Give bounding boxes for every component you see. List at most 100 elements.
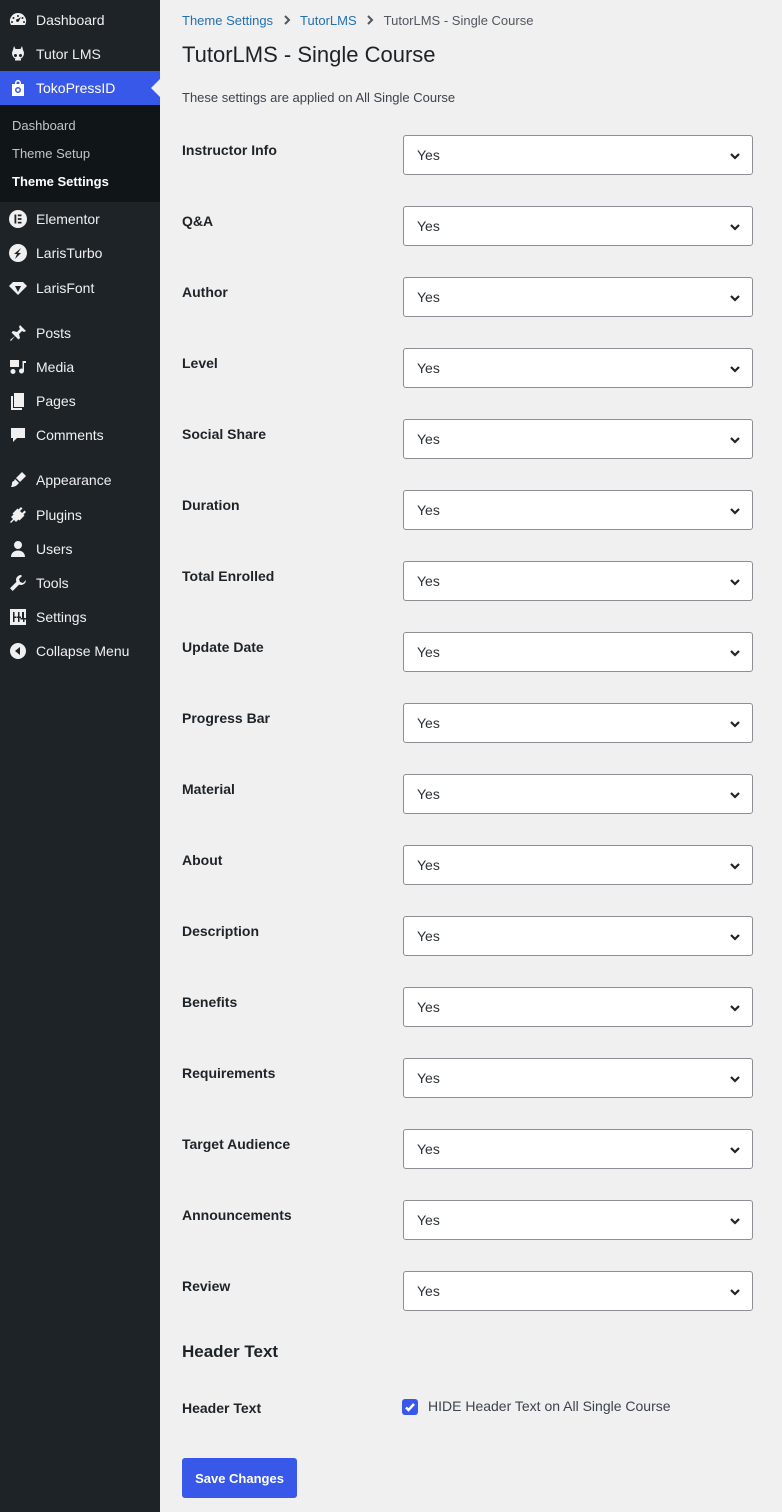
chevron-down-icon (728, 291, 742, 305)
elementor-icon (0, 209, 36, 229)
chevron-down-icon (728, 433, 742, 447)
select-value: Yes (417, 999, 440, 1015)
sidebar-item-label: LarisTurbo (36, 245, 103, 261)
sidebar-item-media[interactable]: Media (0, 350, 160, 384)
page-title: TutorLMS - Single Course (182, 42, 436, 67)
setting-label-total-enrolled: Total Enrolled (182, 568, 275, 584)
breadcrumb-link-tutorlms[interactable]: TutorLMS (300, 13, 357, 28)
select-value: Yes (417, 431, 440, 447)
chevron-down-icon (728, 717, 742, 731)
select-value: Yes (417, 715, 440, 731)
breadcrumb-link-theme-settings[interactable]: Theme Settings (182, 13, 273, 28)
wrench-icon (0, 573, 36, 593)
setting-select-announcements[interactable]: Yes (403, 1200, 753, 1240)
settings-icon (0, 607, 36, 627)
active-indicator (151, 79, 160, 97)
sidebar-item-tools[interactable]: Tools (0, 566, 160, 600)
setting-select-duration[interactable]: Yes (403, 490, 753, 530)
submenu-item-theme-settings[interactable]: Theme Settings (12, 174, 109, 189)
sidebar-item-larisfont[interactable]: LarisFont (0, 271, 160, 305)
setting-select-total-enrolled[interactable]: Yes (403, 561, 753, 601)
select-value: Yes (417, 502, 440, 518)
setting-select-benefits[interactable]: Yes (403, 987, 753, 1027)
setting-select-progress-bar[interactable]: Yes (403, 703, 753, 743)
chevron-right-icon (273, 13, 300, 28)
chevron-down-icon (728, 1001, 742, 1015)
setting-label-target-audience: Target Audience (182, 1136, 291, 1152)
main-content: Theme Settings TutorLMS TutorLMS - Singl… (160, 0, 782, 1512)
sidebar-item-label: Settings (36, 609, 87, 625)
submenu-item-theme-setup[interactable]: Theme Setup (12, 146, 90, 161)
chevron-down-icon (728, 504, 742, 518)
setting-select-requirements[interactable]: Yes (403, 1058, 753, 1098)
sidebar-item-elementor[interactable]: Elementor (0, 202, 160, 236)
sidebar-item-label: LarisFont (36, 280, 95, 296)
sidebar-item-label: Media (36, 359, 75, 375)
chevron-down-icon (728, 1285, 742, 1299)
plug-icon (0, 505, 36, 525)
user-icon (0, 539, 36, 559)
select-value: Yes (417, 644, 440, 660)
sidebar-item-label: Pages (36, 393, 76, 409)
chevron-down-icon (728, 149, 742, 163)
sidebar-item-users[interactable]: Users (0, 532, 160, 566)
chevron-down-icon (728, 220, 742, 234)
sidebar-item-collapse-menu[interactable]: Collapse Menu (0, 634, 160, 668)
setting-select-description[interactable]: Yes (403, 916, 753, 956)
select-value: Yes (417, 1283, 440, 1299)
chevron-down-icon (728, 788, 742, 802)
collapse-icon (0, 641, 36, 661)
setting-label-announcements: Announcements (182, 1207, 292, 1223)
tutor-icon (0, 44, 36, 64)
chevron-down-icon (728, 1072, 742, 1086)
sidebar-item-tokopressid[interactable]: TokoPressID (0, 71, 160, 105)
sidebar-item-pages[interactable]: Pages (0, 384, 160, 418)
sidebar-item-comments[interactable]: Comments (0, 418, 160, 452)
setting-label-level: Level (182, 355, 218, 371)
setting-select-material[interactable]: Yes (403, 774, 753, 814)
save-changes-button[interactable]: Save Changes (182, 1458, 297, 1498)
submenu-item-dashboard[interactable]: Dashboard (12, 118, 76, 133)
sidebar-item-appearance[interactable]: Appearance (0, 463, 160, 497)
chevron-down-icon (728, 362, 742, 376)
setting-select-about[interactable]: Yes (403, 845, 753, 885)
sidebar-item-settings[interactable]: Settings (0, 600, 160, 634)
checkmark-icon (405, 1403, 415, 1412)
select-value: Yes (417, 360, 440, 376)
shopping-bag-icon (0, 78, 36, 98)
chevron-down-icon (728, 646, 742, 660)
sidebar-item-plugins[interactable]: Plugins (0, 498, 160, 532)
sidebar-item-laristurbo[interactable]: LarisTurbo (0, 236, 160, 270)
sidebar-item-label: TokoPressID (36, 80, 116, 96)
setting-label-q-a: Q&A (182, 213, 214, 229)
setting-select-q-a[interactable]: Yes (403, 206, 753, 246)
hide-header-text-label[interactable]: HIDE Header Text on All Single Course (428, 1398, 671, 1414)
setting-label-about: About (182, 852, 223, 868)
setting-select-author[interactable]: Yes (403, 277, 753, 317)
setting-select-update-date[interactable]: Yes (403, 632, 753, 672)
setting-label-header-text: Header Text (182, 1400, 262, 1416)
hide-header-text-checkbox[interactable] (402, 1399, 418, 1415)
breadcrumb-current: TutorLMS - Single Course (383, 13, 534, 28)
select-value: Yes (417, 1141, 440, 1157)
breadcrumb: Theme Settings TutorLMS TutorLMS - Singl… (182, 13, 533, 28)
setting-label-benefits: Benefits (182, 994, 238, 1010)
sidebar-item-tutor-lms[interactable]: Tutor LMS (0, 37, 160, 71)
setting-select-target-audience[interactable]: Yes (403, 1129, 753, 1169)
setting-select-instructor-info[interactable]: Yes (403, 135, 753, 175)
setting-label-instructor-info: Instructor Info (182, 142, 277, 158)
admin-sidebar: Dashboard Tutor LMS TokoPressID Dashboar… (0, 0, 160, 1512)
sidebar-item-dashboard[interactable]: Dashboard (0, 3, 160, 37)
select-value: Yes (417, 289, 440, 305)
select-value: Yes (417, 147, 440, 163)
setting-select-review[interactable]: Yes (403, 1271, 753, 1311)
setting-select-level[interactable]: Yes (403, 348, 753, 388)
setting-select-social-share[interactable]: Yes (403, 419, 753, 459)
setting-label-social-share: Social Share (182, 426, 267, 442)
submenu-tokopressid: Dashboard Theme Setup Theme Settings (0, 105, 160, 202)
sidebar-item-label: Posts (36, 325, 72, 341)
sidebar-item-label: Users (36, 541, 73, 557)
sidebar-item-posts[interactable]: Posts (0, 316, 160, 350)
setting-label-review: Review (182, 1278, 231, 1294)
chevron-down-icon (728, 859, 742, 873)
